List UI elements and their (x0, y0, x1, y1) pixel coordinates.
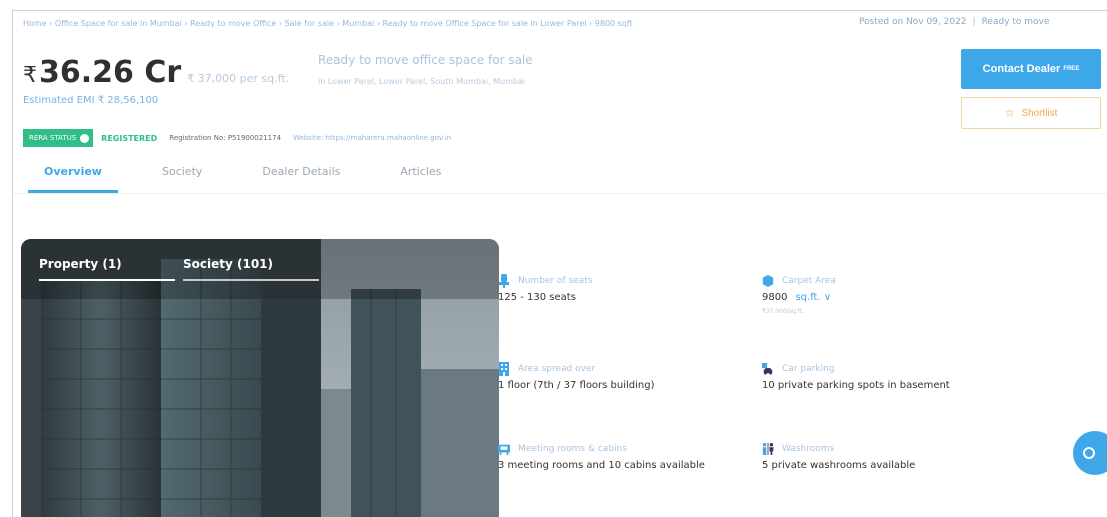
building-icon (498, 362, 510, 376)
listing-location[interactable]: in Lower Parel, Lower Parel, South Mumba… (318, 77, 525, 86)
seat-icon (498, 274, 510, 288)
gallery-tab-society[interactable]: Society (101) (183, 257, 319, 281)
washrooms-value: 5 private washrooms available (762, 460, 916, 471)
detail-washrooms: Washrooms 5 private washrooms available (762, 441, 1022, 471)
area-spread-label: Area spread over (518, 364, 596, 374)
carpet-area-row: 9800 sq.ft. ∨ (762, 292, 1022, 303)
car-parking-label: Car parking (782, 364, 835, 374)
area-unit-dropdown[interactable]: sq.ft. ∨ (795, 292, 831, 303)
detail-area-spread: Area spread over 1 floor (7th / 37 floor… (498, 361, 758, 391)
tabs-divider (13, 193, 1107, 194)
shortlist-button[interactable]: ☆ Shortlist (961, 97, 1101, 129)
ready-status: Ready to move (981, 17, 1050, 27)
rera-badge-label: RERA STATUS (29, 134, 77, 142)
detail-car-parking: Car parking 10 private parking spots in … (762, 361, 1022, 391)
gallery-tab-property[interactable]: Property (1) (39, 257, 175, 281)
property-page: Home › Office Space for sale in Mumbai ›… (12, 10, 1107, 517)
carpet-area-label: Carpet Area (782, 276, 836, 286)
price-row: ₹ 36.26 Cr ₹ 37,000 per sq.ft. (23, 55, 289, 90)
currency-symbol: ₹ (23, 63, 37, 88)
contact-dealer-label: Contact Dealer (982, 63, 1061, 75)
detail-meeting-rooms: Meeting rooms & cabins 3 meeting rooms a… (498, 441, 758, 471)
free-badge: FREE (1063, 66, 1080, 72)
car-icon (762, 362, 774, 376)
car-parking-value: 10 private parking spots in basement (762, 380, 950, 391)
price-per-sqft: ₹ 37,000 per sq.ft. (187, 72, 290, 85)
meeting-rooms-value: 3 meeting rooms and 10 cabins available (498, 460, 705, 471)
rera-registered: REGISTERED (101, 133, 158, 143)
posted-date: Posted on Nov 09, 2022 (859, 17, 967, 27)
listing-headline: Ready to move office space for sale (318, 53, 533, 67)
rera-website-link[interactable]: Website: https://maharera.mahaonline.gov… (293, 134, 451, 142)
seats-label: Number of seats (518, 276, 593, 286)
seats-value: 125 - 130 seats (498, 292, 576, 303)
chat-icon (1083, 447, 1095, 459)
rera-status-badge: RERA STATUS (23, 129, 94, 147)
emi-link[interactable]: Estimated EMI ₹ 28,56,100 (23, 95, 158, 106)
tab-overview[interactable]: Overview (28, 159, 118, 193)
info-icon[interactable] (80, 133, 90, 143)
tab-society[interactable]: Society (146, 159, 218, 193)
carpet-area-value: 9800 (762, 292, 788, 303)
tab-articles[interactable]: Articles (384, 159, 457, 193)
tab-dealer-details[interactable]: Dealer Details (246, 159, 356, 193)
contact-dealer-button[interactable]: Contact Dealer FREE (961, 49, 1101, 89)
star-icon: ☆ (1004, 106, 1016, 120)
price-amount: 36.26 Cr (39, 55, 182, 90)
area-spread-value: 1 floor (7th / 37 floors building) (498, 380, 655, 391)
meeting-room-icon (498, 442, 510, 456)
washroom-icon (762, 442, 774, 456)
rera-row: RERA STATUS REGISTERED Registration No: … (23, 129, 451, 147)
detail-seats: Number of seats 125 - 130 seats (498, 273, 758, 303)
photo-gallery[interactable]: Property (1) Society (101) (21, 239, 499, 517)
detail-carpet-area: Carpet Area 9800 sq.ft. ∨ ₹37,000/sq.ft. (762, 273, 1022, 315)
shortlist-label: Shortlist (1021, 107, 1058, 119)
washrooms-label: Washrooms (782, 444, 835, 454)
meeting-rooms-label: Meeting rooms & cabins (518, 444, 627, 454)
rera-registration-number: Registration No: P51900021174 (169, 134, 282, 142)
section-tabs: Overview Society Dealer Details Articles (28, 159, 485, 193)
breadcrumb[interactable]: Home › Office Space for sale in Mumbai ›… (23, 19, 813, 28)
carpet-area-note: ₹37,000/sq.ft. (762, 308, 804, 315)
carpet-area-icon (762, 274, 774, 288)
posted-info: Posted on Nov 09, 2022 | Ready to move (859, 17, 1050, 27)
